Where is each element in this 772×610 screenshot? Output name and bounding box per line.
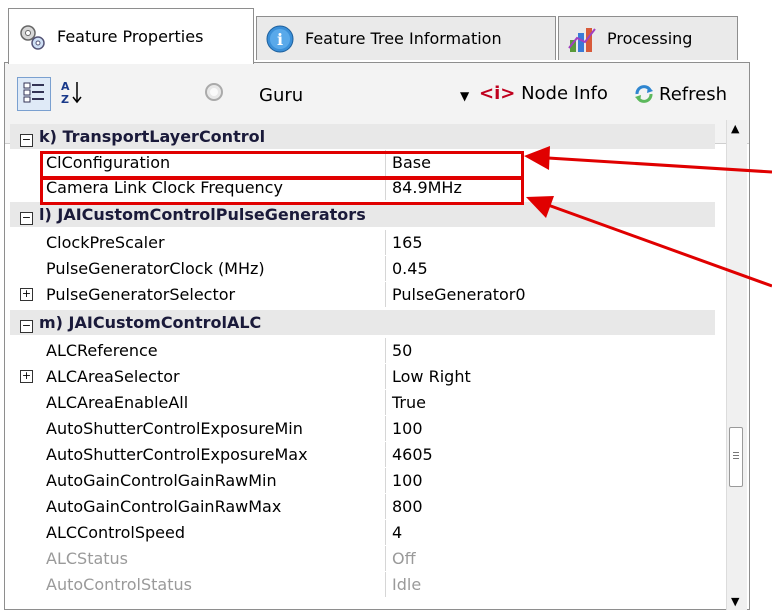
tab-label: Feature Properties	[57, 27, 204, 46]
gears-icon	[15, 20, 49, 54]
annotation-arrow	[547, 156, 772, 174]
annotation-arrows	[524, 146, 772, 288]
annotation-arrow	[547, 203, 772, 288]
arrowhead-icon	[524, 146, 550, 170]
tab-feature-properties[interactable]: Feature Properties	[8, 8, 254, 64]
arrowhead-icon	[526, 196, 554, 218]
